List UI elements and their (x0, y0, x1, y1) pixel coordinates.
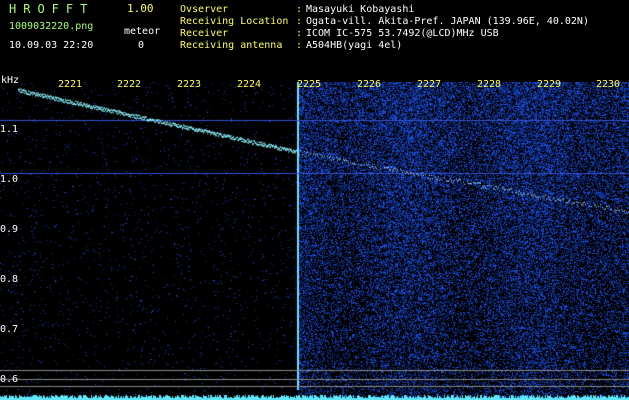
y-tick-label: 1.1 (0, 124, 19, 135)
location-value: Ogata-vill. Akita-Pref. JAPAN (139.96E, … (306, 16, 589, 27)
x-tick-label: 2230 (596, 79, 621, 90)
meteor-label: meteor (124, 26, 161, 37)
antenna-label: Receiving antenna (180, 40, 283, 51)
y-tick-label: 0.7 (0, 324, 19, 335)
file-datetime: 10.09.03 22:20 (9, 40, 94, 51)
x-tick-label: 2225 (297, 79, 322, 90)
receiver-label: Receiver (180, 28, 229, 39)
x-tick-label: 2228 (477, 79, 502, 90)
y-tick-label: 0.6 (0, 374, 19, 385)
app-version: 1.00 (127, 2, 154, 15)
x-tick-label: 2227 (417, 79, 442, 90)
info-separator: : (296, 28, 303, 39)
info-separator: : (296, 4, 303, 15)
x-tick-label: 2221 (58, 79, 83, 90)
y-axis-unit: kHz (1, 75, 20, 86)
observer-label: Ovserver (180, 4, 229, 15)
antenna-value: A504HB(yagi 4el) (306, 40, 403, 51)
observer-value: Masayuki Kobayashi (306, 4, 415, 15)
receiver-value: ICOM IC-575 53.7492(@LCD)MHz USB (306, 28, 499, 39)
x-tick-label: 2229 (537, 79, 562, 90)
x-tick-label: 2222 (117, 79, 142, 90)
y-tick-label: 0.9 (0, 224, 19, 235)
location-label: Receiving Location (180, 16, 289, 27)
info-separator: : (296, 16, 303, 27)
app-title: HROFFT (9, 2, 95, 16)
y-tick-label: 1.0 (0, 174, 19, 185)
file-name: 1009032220.png (9, 21, 94, 32)
meteor-count: 0 (138, 40, 145, 51)
y-tick-label: 0.8 (0, 274, 19, 285)
hroffft-window: { "app": { "title": "HROFFT", "version":… (0, 0, 629, 400)
x-tick-label: 2226 (357, 79, 382, 90)
info-separator: : (296, 40, 303, 51)
spectrogram-canvas (0, 82, 629, 400)
x-tick-label: 2223 (177, 79, 202, 90)
x-tick-label: 2224 (237, 79, 262, 90)
